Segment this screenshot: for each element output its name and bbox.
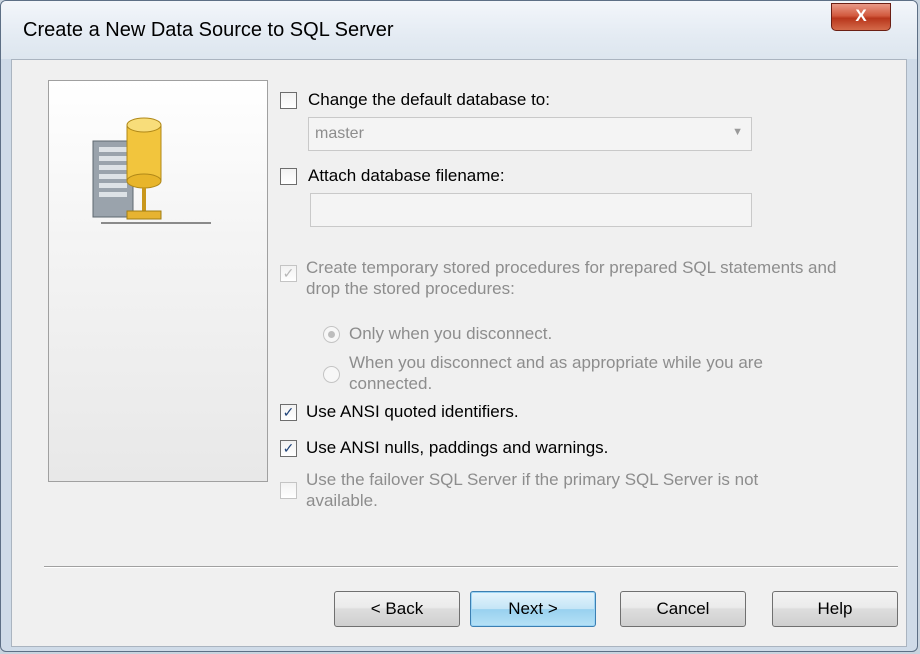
sidebar-image-panel: [48, 80, 268, 482]
title-bar: Create a New Data Source to SQL Server X: [1, 1, 917, 59]
close-button[interactable]: X: [831, 3, 891, 31]
radio-selected-dot: [328, 331, 335, 338]
radio-disconnect-appropriate-label-line2: connected.: [349, 374, 433, 393]
attach-filename-input[interactable]: [310, 193, 752, 227]
next-button[interactable]: Next >: [470, 591, 596, 627]
attach-filename-checkbox[interactable]: [280, 168, 297, 185]
database-server-icon: [92, 117, 211, 224]
create-temp-procs-checkbox[interactable]: ✓: [280, 265, 297, 282]
dialog-window: Create a New Data Source to SQL Server X: [0, 0, 918, 652]
create-temp-procs-label-line2: drop the stored procedures:: [306, 279, 515, 298]
radio-disconnect-appropriate[interactable]: [323, 366, 340, 383]
create-temp-procs-label-line1: Create temporary stored procedures for p…: [306, 258, 837, 277]
default-db-combobox[interactable]: master ▼: [308, 117, 752, 151]
window-title: Create a New Data Source to SQL Server: [23, 19, 394, 41]
cancel-button[interactable]: Cancel: [620, 591, 746, 627]
ansi-quoted-label: Use ANSI quoted identifiers.: [306, 402, 519, 421]
ansi-nulls-checkbox[interactable]: ✓: [280, 440, 297, 457]
radio-only-disconnect-label: Only when you disconnect.: [349, 324, 553, 343]
failover-label-line1: Use the failover SQL Server if the prima…: [306, 470, 759, 489]
default-db-value: master: [315, 125, 364, 142]
checkmark-icon: ✓: [282, 404, 295, 420]
checkmark-icon: ✓: [282, 440, 295, 456]
chevron-down-icon: ▼: [732, 126, 743, 138]
attach-filename-label: Attach database filename:: [308, 166, 505, 185]
help-button[interactable]: Help: [772, 591, 898, 627]
radio-only-disconnect[interactable]: [323, 326, 340, 343]
ansi-nulls-label: Use ANSI nulls, paddings and warnings.: [306, 438, 609, 457]
back-button[interactable]: < Back: [334, 591, 460, 627]
change-default-db-label: Change the default database to:: [308, 90, 550, 109]
divider: [44, 566, 898, 568]
dialog-client-area: Change the default database to: master ▼…: [11, 59, 907, 647]
failover-label-line2: available.: [306, 491, 378, 510]
radio-disconnect-appropriate-label-line1: When you disconnect and as appropriate w…: [349, 353, 763, 372]
ansi-quoted-checkbox[interactable]: ✓: [280, 404, 297, 421]
failover-checkbox[interactable]: [280, 482, 297, 499]
checkmark-icon: ✓: [282, 265, 295, 281]
change-default-db-checkbox[interactable]: [280, 92, 297, 109]
